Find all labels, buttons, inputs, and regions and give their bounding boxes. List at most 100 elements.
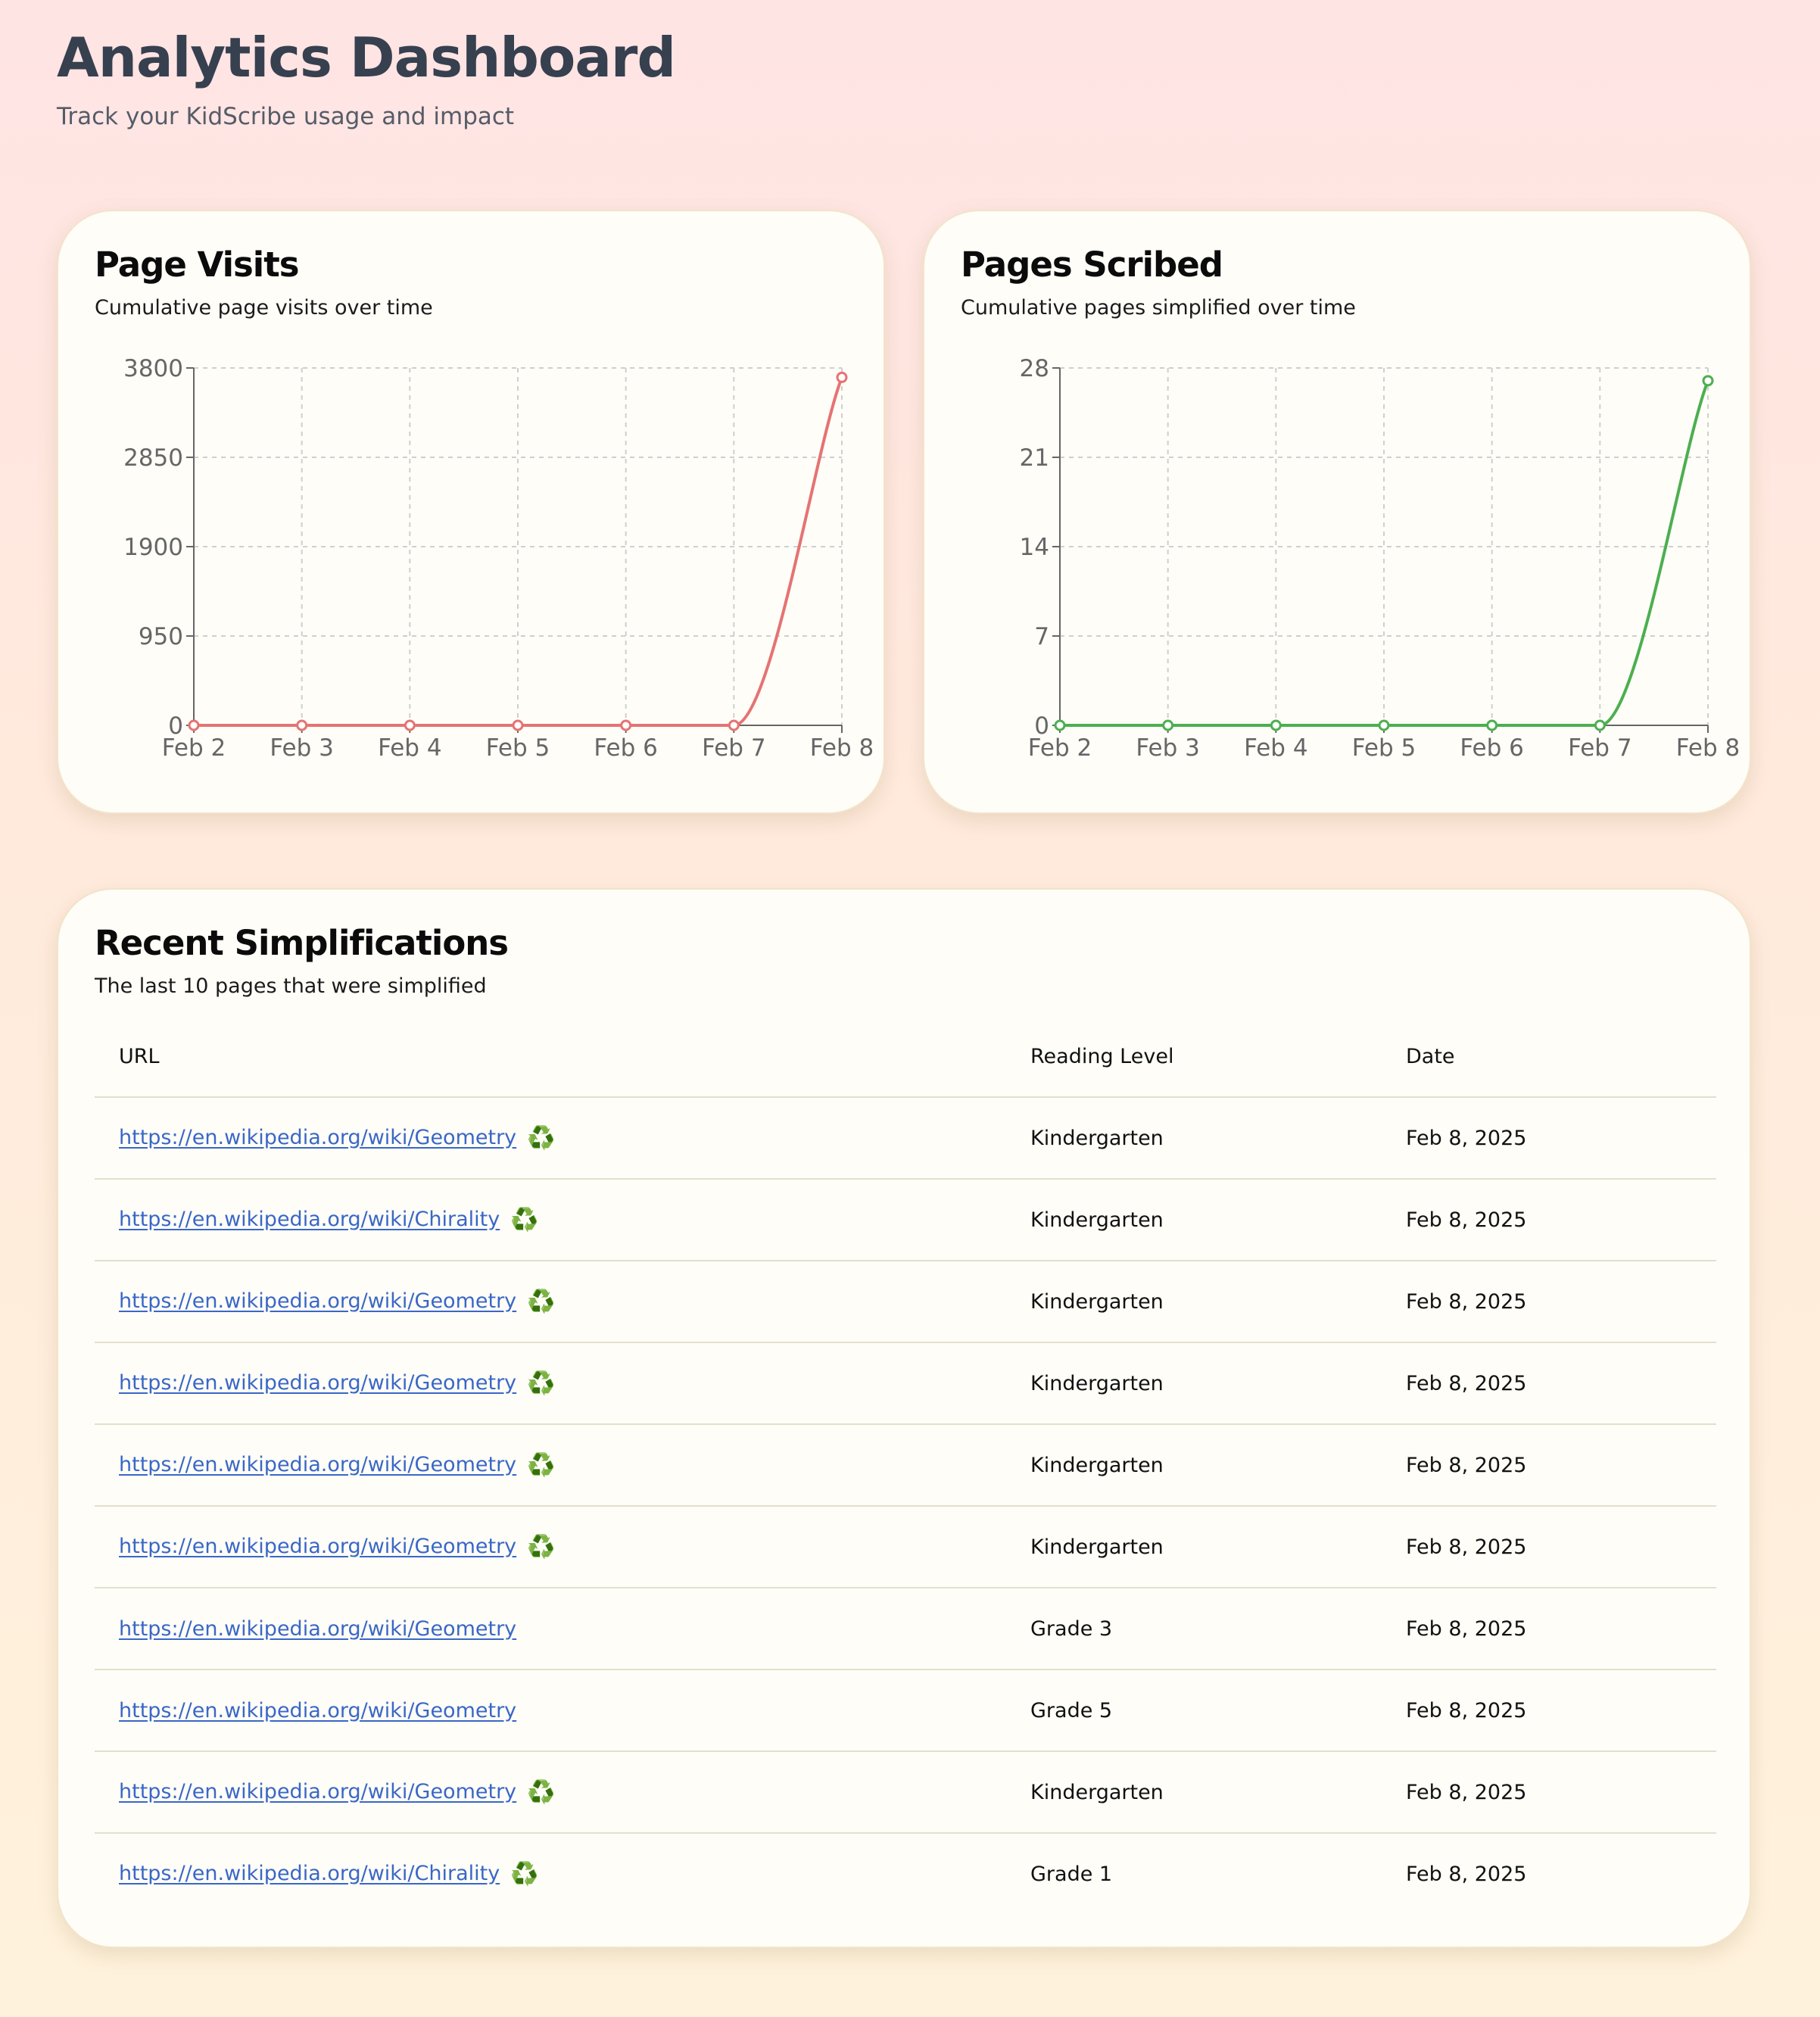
pages-scribed-chart: 07142128Feb 2 Feb 3 Feb 4 Feb 5 Feb 6 Feb 7 Fe… <box>1020 355 1741 762</box>
cell-url: https://en.wikipedia.org/wiki/Geometry <box>95 1669 1006 1752</box>
column-header-url: URL <box>95 1017 1006 1098</box>
cell-reading-level: Kindergarten <box>1006 1261 1382 1343</box>
data-point <box>1270 719 1282 731</box>
url-link[interactable]: https://en.wikipedia.org/wiki/Geometry <box>119 1699 516 1722</box>
x-tick-label: Feb 7 <box>702 734 765 762</box>
cell-url: https://en.wikipedia.org/wiki/Chirality ♻… <box>95 1179 1006 1261</box>
x-tick-label: Feb 5 <box>486 734 550 762</box>
cell-date: Feb 8, 2025 <box>1382 1669 1716 1752</box>
x-tick-label: Feb 5 <box>1352 734 1416 762</box>
recycle-icon: ♻️ <box>527 1779 556 1806</box>
cell-date: Feb 8, 2025 <box>1382 1424 1716 1507</box>
recycle-icon: ♻️ <box>510 1860 539 1888</box>
url-link[interactable]: https://en.wikipedia.org/wiki/Geometry <box>119 1617 516 1641</box>
x-tick-label: Feb 3 <box>1136 734 1199 762</box>
cell-reading-level: Kindergarten <box>1006 1424 1382 1507</box>
page-visits-chart: 0950190028503800Feb 2 Feb 3 Feb 4 Feb 5 Feb … <box>123 355 874 762</box>
url-link[interactable]: https://en.wikipedia.org/wiki/Geometry <box>119 1126 516 1149</box>
column-header-reading-level: Reading Level <box>1006 1017 1382 1098</box>
x-tick-label: Feb 8 <box>1676 734 1740 762</box>
url-link[interactable]: https://en.wikipedia.org/wiki/Chirality <box>119 1208 500 1231</box>
data-point <box>1702 375 1714 387</box>
data-point <box>1162 719 1174 731</box>
x-tick-label: Feb 6 <box>1460 734 1523 762</box>
cell-url: https://en.wikipedia.org/wiki/Geometry ♻️ <box>95 1506 1006 1588</box>
x-tick-label: Feb 3 <box>270 734 333 762</box>
data-point <box>620 719 632 731</box>
cell-reading-level: Grade 1 <box>1030 1862 1113 1886</box>
table-row: https://en.wikipedia.org/wiki/Geometry ♻️… <box>95 1097 1716 1180</box>
x-tick-label: Feb 4 <box>1244 734 1307 762</box>
y-tick-label: 7 <box>1034 623 1049 650</box>
x-tick-label: Feb 4 <box>378 734 441 762</box>
y-tick-label: 1900 <box>123 534 183 561</box>
card-title: Recent Simplifications <box>95 923 509 963</box>
cell-url: https://en.wikipedia.org/wiki/Geometry ♻️ <box>95 1751 1006 1834</box>
data-point <box>836 371 848 383</box>
data-point <box>1378 719 1390 731</box>
card-description: The last 10 pages that were simplified <box>95 974 487 998</box>
data-point <box>188 719 200 731</box>
recycle-icon: ♻️ <box>510 1206 539 1233</box>
url-link[interactable]: https://en.wikipedia.org/wiki/Chirality <box>119 1862 500 1885</box>
y-tick-label: 3800 <box>123 355 183 382</box>
cell-url: https://en.wikipedia.org/wiki/Geometry ♻️ <box>95 1424 1006 1507</box>
url-link[interactable]: https://en.wikipedia.org/wiki/Geometry <box>119 1453 516 1476</box>
table-header-row: URL Reading Level Date <box>95 1017 1716 1098</box>
data-point <box>1486 719 1498 731</box>
recycle-icon: ♻️ <box>527 1451 556 1479</box>
cell-url: https://en.wikipedia.org/wiki/Geometry ♻️ <box>95 1261 1006 1343</box>
y-tick-label: 2850 <box>123 444 183 472</box>
cell-date: Feb 8, 2025 <box>1382 1751 1716 1834</box>
page-subtitle: Track your KidScribe usage and impact <box>57 103 515 130</box>
url-link[interactable]: https://en.wikipedia.org/wiki/Geometry <box>119 1371 516 1395</box>
url-link[interactable]: https://en.wikipedia.org/wiki/Geometry <box>119 1535 516 1558</box>
recycle-icon: ♻️ <box>527 1533 556 1560</box>
x-tick-label: Feb 6 <box>594 734 657 762</box>
recent-simplifications-card: Recent Simplifications The last 10 pages… <box>57 888 1751 1948</box>
cell-reading-level: Kindergarten <box>1006 1097 1382 1180</box>
url-link[interactable]: https://en.wikipedia.org/wiki/Geometry <box>119 1289 516 1313</box>
data-point <box>728 719 740 731</box>
cell-date: Feb 8, 2025 <box>1382 1342 1716 1425</box>
y-tick-label: 14 <box>1020 534 1049 561</box>
cell-date: Feb 8, 2025 <box>1382 1588 1716 1670</box>
cell-url: https://en.wikipedia.org/wiki/Geometry ♻️ <box>95 1342 1006 1425</box>
data-point <box>512 719 524 731</box>
recycle-icon: ♻️ <box>527 1370 556 1397</box>
x-tick-label: Feb 8 <box>810 734 874 762</box>
cell-reading-level: Grade 3 <box>1006 1588 1382 1670</box>
x-tick-label: Feb 2 <box>162 734 226 762</box>
y-tick-label: 21 <box>1020 444 1049 472</box>
cell-date: Feb 8, 2025 <box>1382 1179 1716 1261</box>
recycle-icon: ♻️ <box>527 1288 556 1315</box>
cell-url: https://en.wikipedia.org/wiki/Geometry <box>95 1588 1006 1670</box>
data-point <box>296 719 308 731</box>
cell-reading-level: Grade 5 <box>1006 1669 1382 1752</box>
cell-url: https://en.wikipedia.org/wiki/Geometry ♻️ <box>95 1097 1006 1180</box>
data-point <box>1594 719 1606 731</box>
table-row: https://en.wikipedia.org/wiki/Geometry Gr… <box>95 1669 1716 1752</box>
table-row: https://en.wikipedia.org/wiki/Geometry ♻️… <box>95 1342 1716 1425</box>
data-point <box>1054 719 1066 731</box>
simplifications-table: URL Reading Level Date https://en.wikipe… <box>95 1017 1716 1914</box>
table-body: https://en.wikipedia.org/wiki/Geometry ♻️… <box>95 1097 1716 1914</box>
url-link[interactable]: https://en.wikipedia.org/wiki/Geometry <box>119 1780 516 1803</box>
data-point <box>404 719 416 731</box>
table-row: https://en.wikipedia.org/wiki/Geometry ♻️… <box>95 1751 1716 1834</box>
x-tick-label: Feb 7 <box>1568 734 1631 762</box>
y-tick-label: 950 <box>139 623 183 650</box>
table-row: https://en.wikipedia.org/wiki/Geometry ♻️… <box>95 1506 1716 1588</box>
cell-date: Feb 8, 2025 <box>1406 1862 1527 1886</box>
y-tick-label: 28 <box>1020 355 1049 382</box>
cell-reading-level: Kindergarten <box>1006 1506 1382 1588</box>
cell-date: Feb 8, 2025 <box>1382 1261 1716 1343</box>
simplifications-table-wrap: URL Reading Level Date https://en.wikipe… <box>95 1017 1716 1914</box>
page-visits-card: Page Visits Cumulative page visits over … <box>57 210 885 814</box>
pages-scribed-card: Pages Scribed Cumulative pages simplifie… <box>923 210 1751 814</box>
x-tick-label: Feb 2 <box>1028 734 1092 762</box>
cell-date: Feb 8, 2025 <box>1382 1506 1716 1588</box>
cell-reading-level: Kindergarten <box>1006 1179 1382 1261</box>
page-title: Analytics Dashboard <box>57 26 676 89</box>
table-row: https://en.wikipedia.org/wiki/Geometry Gr… <box>95 1588 1716 1670</box>
